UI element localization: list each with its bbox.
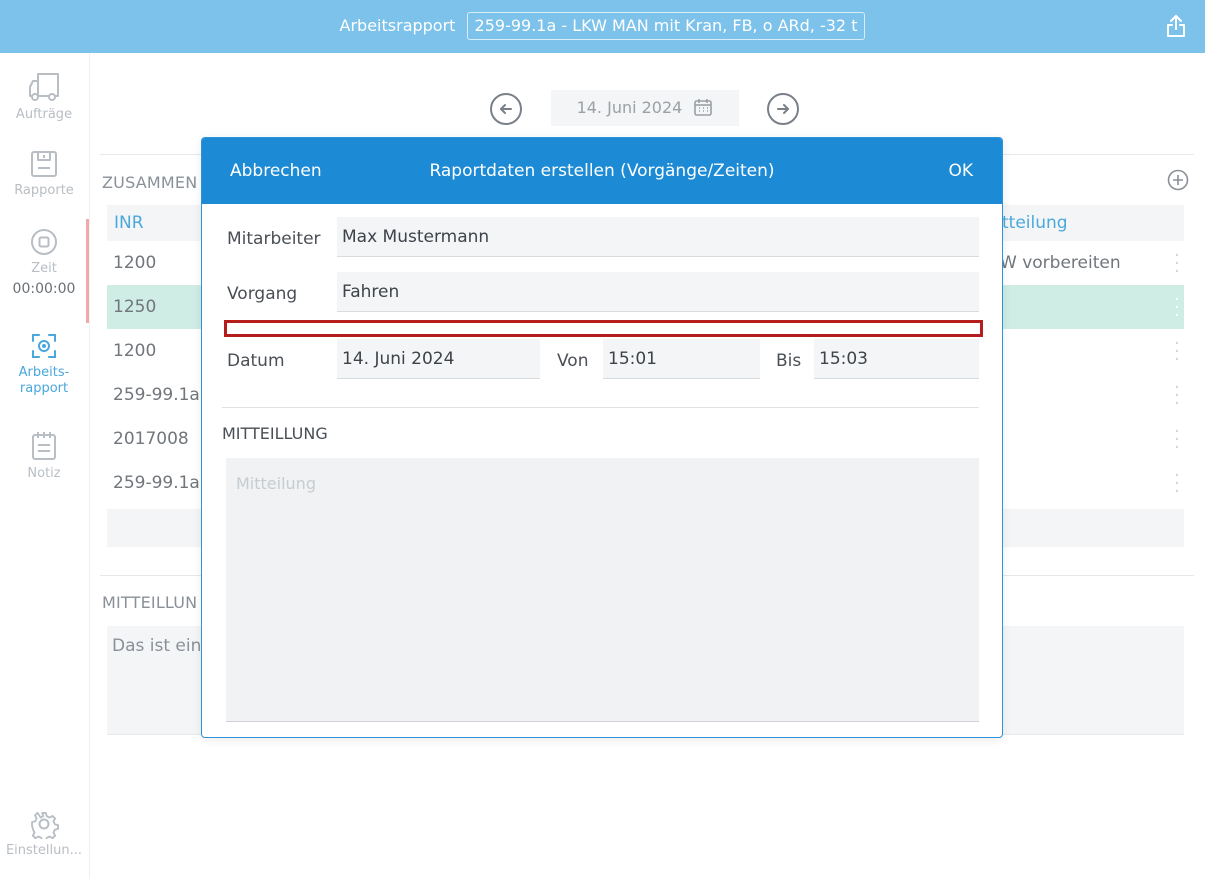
from-time-field[interactable]: 15:01 (603, 339, 760, 379)
column-header-inr: INR (114, 213, 144, 233)
timer-value: 00:00:00 (12, 281, 76, 297)
cell-inr: 259-99.1a (113, 473, 200, 493)
header-label: Arbeitsrapport (339, 16, 456, 35)
date-label: Datum (227, 351, 285, 371)
sidebar-item-label-sub: rapport (19, 381, 69, 396)
more-icon[interactable]: · · · (1174, 467, 1180, 501)
sidebar-item-zeit[interactable]: Zeit 00:00:00 (0, 227, 88, 297)
prev-day-button[interactable] (490, 93, 522, 125)
from-label: Von (557, 351, 589, 371)
cell-inr: 2017008 (113, 429, 189, 449)
dialog-title: Raportdaten erstellen (Vorgänge/Zeiten) (429, 161, 775, 181)
gear-icon (31, 811, 59, 839)
employee-label: Mitarbeiter (227, 229, 321, 249)
notepad-icon (32, 432, 56, 460)
arrow-right-icon (777, 104, 789, 114)
date-field[interactable]: 14. Juni 2024 (337, 339, 540, 379)
process-label: Vorgang (227, 284, 298, 304)
cell-inr: 1200 (113, 253, 157, 273)
share-icon[interactable] (1165, 14, 1187, 38)
top-bar: Arbeitsrapport 259-99.1a - LKW MAN mit K… (0, 0, 1205, 53)
cell-message: W vorbereiten (1000, 253, 1121, 273)
active-timer-marker (86, 219, 89, 323)
message-section-title: MITTEILLUNG (222, 424, 328, 443)
date-value: 14. Juni 2024 (576, 98, 683, 117)
sidebar-item-auftraege[interactable]: Aufträge (0, 71, 88, 122)
sidebar-item-label: Arbeits- (18, 365, 70, 380)
order-selector[interactable]: 259-99.1a - LKW MAN mit Kran, FB, o ARd,… (466, 12, 866, 40)
to-label: Bis (776, 351, 802, 371)
more-icon[interactable]: · · · (1174, 247, 1180, 281)
sidebar-item-label: Notiz (27, 466, 61, 481)
more-icon[interactable]: · · · (1174, 291, 1180, 325)
sidebar-item-rapporte[interactable]: Rapporte (0, 149, 88, 198)
summary-section-label: ZUSAMMEN (102, 173, 198, 192)
ok-button[interactable]: OK (948, 161, 973, 181)
add-icon[interactable] (1167, 169, 1189, 195)
process-field[interactable]: Fahren (337, 272, 979, 312)
cell-inr: 259-99.1a (113, 385, 200, 405)
more-icon[interactable]: · · · (1174, 379, 1180, 413)
cell-inr: 1200 (113, 341, 157, 361)
more-icon[interactable]: · · · (1174, 335, 1180, 369)
arrow-left-icon (500, 104, 512, 114)
dialog-header: Abbrechen Raportdaten erstellen (Vorgäng… (202, 138, 1002, 204)
cell-inr: 1250 (113, 297, 157, 317)
calendar-icon (694, 99, 713, 116)
date-picker[interactable]: 14. Juni 2024 (551, 90, 739, 126)
highlight-frame (224, 320, 983, 337)
more-icon[interactable]: · · · (1174, 423, 1180, 457)
header-title: Arbeitsrapport 259-99.1a - LKW MAN mit K… (0, 12, 1205, 40)
message-text: Das ist eine (112, 636, 212, 656)
divider (222, 407, 979, 408)
employee-field[interactable]: Max Mustermann (337, 217, 979, 257)
message-section-label: MITTEILLUN (102, 593, 198, 612)
sidebar-item-label: Aufträge (15, 107, 73, 122)
sidebar: Aufträge Rapporte Zeit 00:00:00 Arbeits-… (0, 53, 90, 879)
message-textarea[interactable] (226, 458, 979, 722)
truck-icon (29, 73, 59, 101)
to-time-field[interactable]: 15:03 (814, 339, 979, 379)
sidebar-item-arbeitsrapport[interactable]: Arbeits- rapport (0, 331, 88, 397)
stop-icon (31, 229, 57, 255)
sidebar-item-label: Einstellun... (5, 843, 83, 858)
sidebar-item-label: Rapporte (14, 183, 74, 198)
sidebar-item-label: Zeit (31, 261, 57, 276)
target-icon (32, 334, 56, 358)
column-header-message: tteilung (1002, 213, 1068, 233)
sidebar-item-notiz[interactable]: Notiz (0, 430, 88, 481)
sidebar-item-einstellungen[interactable]: Einstellun... (0, 809, 88, 858)
next-day-button[interactable] (767, 93, 799, 125)
save-icon (31, 151, 57, 177)
create-report-dialog: Abbrechen Raportdaten erstellen (Vorgäng… (201, 137, 1003, 738)
